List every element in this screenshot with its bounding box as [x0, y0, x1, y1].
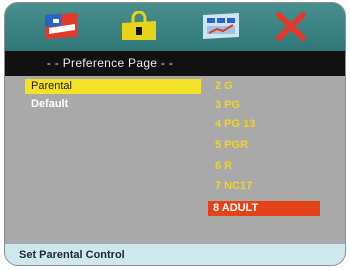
rating-option-4[interactable]: 4 PG 13 — [215, 117, 255, 132]
rating-option-3[interactable]: 3 PG — [215, 98, 240, 113]
status-text: Set Parental Control — [19, 249, 125, 261]
rating-option-8-selected[interactable]: 8 ADULT — [208, 201, 320, 216]
page-title-bar: - - Preference Page - - — [5, 51, 345, 76]
menu-body: Parental Default 2 G 3 PG 4 PG 13 5 PGR … — [5, 76, 345, 243]
icon-toolbar — [5, 3, 345, 51]
preference-monitor-icon[interactable] — [201, 11, 241, 41]
rating-option-5[interactable]: 5 PGR — [215, 138, 248, 153]
page-title: - - Preference Page - - — [46, 56, 174, 70]
menu-item-parental[interactable]: Parental — [25, 79, 201, 94]
general-setup-icon[interactable] — [41, 11, 81, 41]
exit-icon[interactable] — [271, 11, 311, 41]
parental-lock-icon[interactable] — [119, 10, 159, 41]
dvd-setup-menu: - - Preference Page - - Parental Default… — [4, 2, 346, 266]
menu-item-default[interactable]: Default — [25, 97, 201, 112]
menu-item-label: Parental — [31, 80, 72, 92]
status-bar: Set Parental Control — [5, 243, 345, 265]
rating-option-7[interactable]: 7 NC17 — [215, 179, 252, 194]
menu-item-label: Default — [31, 98, 69, 110]
rating-option-6[interactable]: 6 R — [215, 159, 232, 174]
rating-option-2[interactable]: 2 G — [215, 79, 233, 94]
